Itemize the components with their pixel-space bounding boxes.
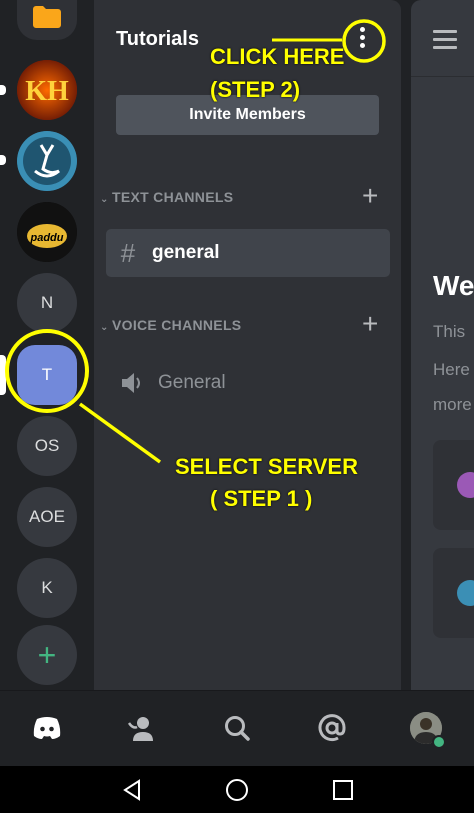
annotation-step1-line2: ( STEP 1 ) [210, 486, 313, 511]
annotation-overlay [5, 19, 386, 464]
annotation-circle-step2 [342, 19, 386, 63]
annotation-arrow-step1 [78, 402, 162, 464]
annotation-step2-line1: CLICK HERE [210, 44, 345, 69]
annotation-step1-line1: SELECT SERVER [175, 454, 358, 479]
annotation-circle-step1 [5, 329, 89, 413]
annotation-step2-line2: (STEP 2) [210, 77, 301, 102]
